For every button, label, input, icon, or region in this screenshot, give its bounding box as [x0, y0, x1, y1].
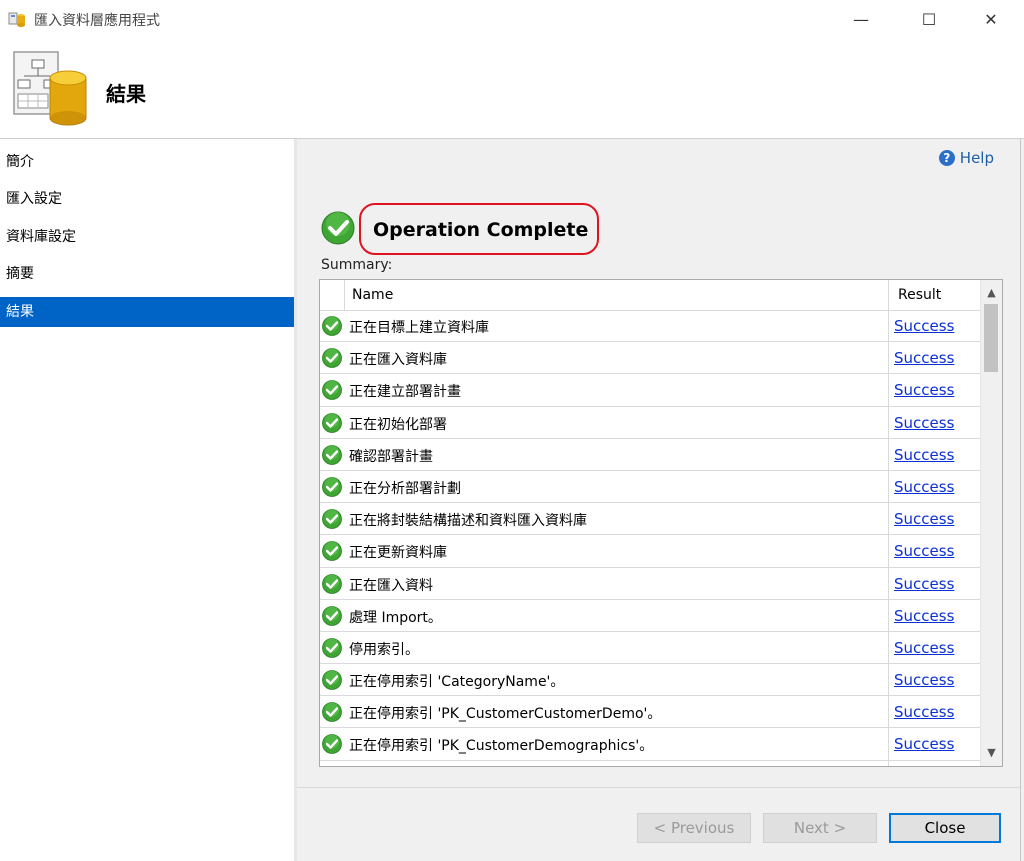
scroll-down-icon[interactable]: ▼ [981, 742, 1002, 762]
page-heading: 結果 [106, 82, 146, 106]
maximize-button[interactable]: ☐ [906, 0, 952, 38]
row-success-icon [322, 509, 342, 530]
column-header-result[interactable]: Result [898, 287, 941, 303]
row-success-icon [322, 670, 342, 690]
row-result-link[interactable]: Success [894, 510, 954, 528]
row-result-link[interactable]: Success [894, 735, 954, 753]
table-row[interactable]: 正在匯入資料庫 Success [320, 342, 980, 375]
row-name: 正在停用索引 'PK_CustomerDemographics'。 [349, 738, 654, 755]
table-row[interactable]: 處理 Import。 Success [320, 600, 980, 632]
row-result-link[interactable]: Success [894, 575, 954, 593]
row-success-icon [322, 541, 342, 562]
table-row[interactable]: 停用索引。 Success [320, 632, 980, 665]
row-result-link[interactable]: Success [894, 703, 954, 721]
table-row[interactable]: 正在停用索引 'PK_CustomerCustomerDemo'。 Success [320, 696, 980, 729]
minimize-button[interactable]: — [838, 0, 884, 38]
close-window-button[interactable]: ✕ [968, 0, 1014, 38]
row-success-icon [322, 380, 342, 401]
success-check-icon [321, 211, 355, 245]
help-link[interactable]: ? Help [938, 149, 994, 167]
window-title: 匯入資料層應用程式 [34, 13, 160, 29]
row-name: 正在停用索引 'CategoryName'。 [349, 674, 565, 691]
row-name: 正在停用索引 'PK_CustomerCustomerDemo'。 [349, 706, 662, 723]
results-panel: ? Help Operation Complete Summary: Name … [297, 139, 1020, 861]
row-result-link[interactable]: Success [894, 381, 954, 399]
column-header-name[interactable]: Name [352, 287, 393, 303]
title-bar: 匯入資料層應用程式 — ☐ ✕ [0, 0, 1024, 38]
wizard-step-nav: 簡介 匯入設定 資料庫設定 摘要 結果 [0, 139, 294, 861]
row-name: 處理 Import。 [349, 609, 442, 626]
row-result-link[interactable]: Success [894, 446, 954, 464]
table-row[interactable]: 正在分析部署計劃 Success [320, 471, 980, 504]
nav-item-results[interactable]: 結果 [0, 297, 294, 327]
scroll-up-icon[interactable]: ▲ [981, 282, 1002, 302]
next-button[interactable]: Next > [763, 813, 877, 843]
row-name: 正在建立部署計畫 [349, 384, 461, 401]
maximize-icon: ☐ [921, 9, 937, 29]
table-row[interactable]: 正在停用索引 'PK_CustomerDemographics'。 Success [320, 728, 980, 761]
row-success-icon [322, 605, 342, 626]
row-result-link[interactable]: Success [894, 671, 954, 689]
minimize-icon: — [853, 9, 869, 29]
highlight-annotation [359, 203, 599, 255]
table-row[interactable]: 正在初始化部署 Success [320, 407, 980, 439]
row-success-icon [322, 734, 342, 755]
scroll-thumb[interactable] [984, 304, 998, 372]
row-result-link[interactable]: Success [894, 317, 954, 335]
row-result-link[interactable]: Success [894, 349, 954, 367]
row-success-icon [322, 412, 342, 433]
summary-label: Summary: [321, 257, 393, 273]
row-success-icon [322, 444, 342, 465]
table-row[interactable]: 正在更新資料庫 Success [320, 535, 980, 568]
wizard-header: 結果 [0, 38, 1024, 139]
row-name: 正在將封裝結構描述和資料匯入資料庫 [349, 513, 587, 530]
row-selector-header [320, 280, 345, 310]
previous-button[interactable]: < Previous [637, 813, 751, 843]
row-success-icon [322, 573, 342, 594]
row-name: 正在初始化部署 [349, 416, 447, 433]
close-icon: ✕ [984, 9, 998, 29]
table-row[interactable]: 正在停用索引 'CategoryName'。 Success [320, 664, 980, 697]
row-success-icon [322, 637, 342, 658]
row-success-icon [322, 348, 342, 369]
row-name: 正在目標上建立資料庫 [349, 320, 489, 336]
table-row[interactable]: 正在將封裝結構描述和資料匯入資料庫 Success [320, 503, 980, 536]
window-edge [1020, 139, 1024, 861]
table-row[interactable]: 正在建立部署計畫 Success [320, 374, 980, 407]
nav-item-import-settings[interactable]: 匯入設定 [0, 184, 294, 214]
help-icon: ? [938, 150, 955, 166]
row-name: 正在匯入資料庫 [349, 352, 447, 369]
row-result-link[interactable]: Success [894, 639, 954, 657]
row-name: 正在更新資料庫 [349, 545, 447, 562]
database-app-logo-icon [13, 51, 87, 126]
row-result-link[interactable]: Success [894, 478, 954, 496]
table-header: Name Result [320, 280, 980, 311]
table-row[interactable]: 正在匯入資料 Success [320, 568, 980, 600]
vertical-scrollbar[interactable]: ▲ ▼ [980, 280, 1002, 766]
row-success-icon [322, 477, 342, 497]
results-table: Name Result 正在目標上建立資料庫 Success 正在匯入資料庫 Succ… [319, 279, 1003, 767]
table-body: 正在目標上建立資料庫 Success 正在匯入資料庫 Success 正在建立部署計畫 S… [320, 310, 980, 761]
footer-divider [297, 787, 1020, 788]
row-name: 正在分析部署計劃 [349, 480, 461, 497]
nav-item-intro[interactable]: 簡介 [0, 147, 294, 177]
nav-item-database-settings[interactable]: 資料庫設定 [0, 222, 294, 252]
row-name: 正在匯入資料 [349, 577, 433, 594]
nav-item-summary[interactable]: 摘要 [0, 259, 294, 289]
row-result-link[interactable]: Success [894, 607, 954, 625]
help-label: Help [959, 149, 994, 167]
app-icon [8, 12, 25, 27]
row-name: 確認部署計畫 [349, 448, 433, 465]
row-result-link[interactable]: Success [894, 414, 954, 432]
row-success-icon [322, 702, 342, 723]
row-success-icon [322, 316, 342, 336]
close-button[interactable]: Close [889, 813, 1001, 843]
row-result-link[interactable]: Success [894, 542, 954, 560]
table-row[interactable]: 確認部署計畫 Success [320, 439, 980, 471]
table-row[interactable]: 正在目標上建立資料庫 Success [320, 310, 980, 343]
row-name: 停用索引。 [349, 641, 419, 658]
